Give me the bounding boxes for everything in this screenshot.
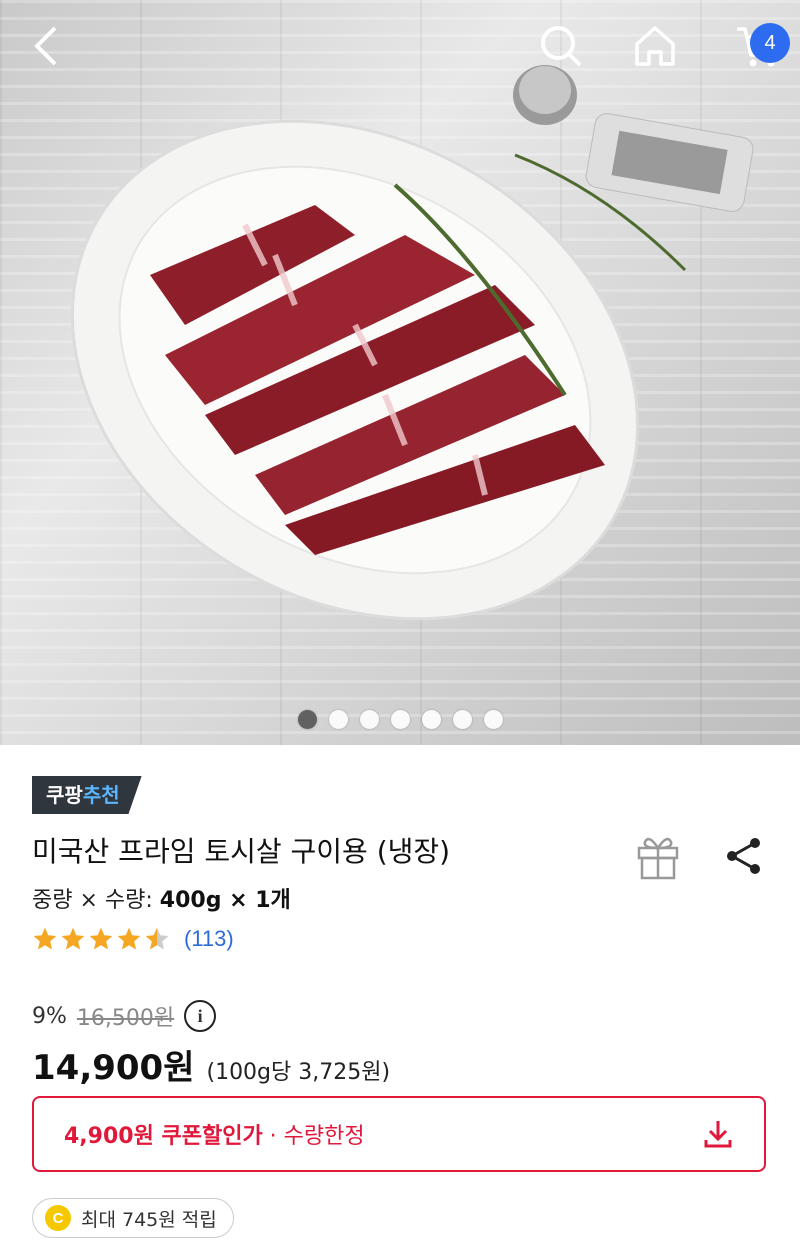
info-icon[interactable]: i bbox=[184, 1000, 217, 1032]
badge-prefix: 쿠팡 bbox=[46, 783, 83, 807]
back-icon bbox=[34, 26, 57, 66]
discount-percent: 9% bbox=[32, 1003, 67, 1029]
points-text: 최대 745원 적립 bbox=[81, 1208, 217, 1231]
product-title: 미국산 프라임 토시살 구이용 (냉장) bbox=[32, 835, 451, 868]
product-option: 중량 × 수량: 400g × 1개 bbox=[32, 882, 291, 914]
coin-icon: C bbox=[45, 1205, 71, 1231]
points-badge: C 최대 745원 적립 bbox=[32, 1198, 234, 1238]
price-row: 14,900원 (100g당 3,725원) bbox=[32, 1040, 390, 1089]
carousel-dot[interactable] bbox=[483, 710, 503, 729]
coupon-amount: 4,900원 쿠폰할인가 bbox=[64, 1124, 263, 1149]
sale-price: 14,900원 bbox=[32, 1048, 195, 1088]
coupon-download-button[interactable]: 4,900원 쿠폰할인가 · 수량한정 bbox=[32, 1096, 766, 1172]
option-label: 중량 × 수량: bbox=[32, 888, 160, 913]
star-icon bbox=[145, 927, 169, 950]
share-button[interactable] bbox=[720, 832, 768, 880]
carousel-dot[interactable] bbox=[359, 710, 379, 729]
download-icon bbox=[704, 1121, 732, 1148]
carousel-dot[interactable] bbox=[328, 710, 348, 729]
product-image-carousel[interactable]: 4 bbox=[0, 0, 800, 745]
review-count-link[interactable]: (113) bbox=[184, 926, 234, 952]
star-icon bbox=[61, 927, 85, 950]
star-icon bbox=[117, 927, 141, 950]
carousel-indicator bbox=[0, 710, 800, 729]
unit-price: (100g당 3,725원) bbox=[206, 1060, 391, 1085]
carousel-dot[interactable] bbox=[297, 710, 317, 729]
coupon-note: · 수량한정 bbox=[262, 1124, 365, 1149]
carousel-dot[interactable] bbox=[421, 710, 441, 729]
home-button[interactable] bbox=[627, 18, 683, 74]
gift-button[interactable] bbox=[634, 832, 682, 880]
seasoning-decoration bbox=[513, 65, 754, 272]
cart-button[interactable]: 4 bbox=[718, 18, 798, 74]
coupang-recommend-badge: 쿠팡추천 bbox=[32, 776, 142, 814]
search-icon bbox=[541, 26, 582, 67]
discount-row: 9% 16,500원 i bbox=[32, 1000, 217, 1032]
badge-suffix: 추천 bbox=[82, 783, 120, 807]
option-value: 400g × 1개 bbox=[159, 888, 291, 913]
rating-row[interactable]: (113) bbox=[32, 926, 234, 952]
star-icon bbox=[89, 927, 113, 950]
home-icon bbox=[635, 26, 675, 66]
gift-icon bbox=[637, 837, 679, 880]
share-icon bbox=[727, 838, 760, 874]
search-button[interactable] bbox=[533, 18, 589, 74]
carousel-dot[interactable] bbox=[452, 710, 472, 729]
back-button[interactable] bbox=[18, 18, 74, 74]
carousel-dot[interactable] bbox=[390, 710, 410, 729]
star-icon bbox=[33, 927, 57, 950]
star-rating bbox=[32, 926, 170, 952]
cart-count-badge: 4 bbox=[750, 23, 790, 63]
original-price: 16,500원 bbox=[76, 1006, 175, 1031]
